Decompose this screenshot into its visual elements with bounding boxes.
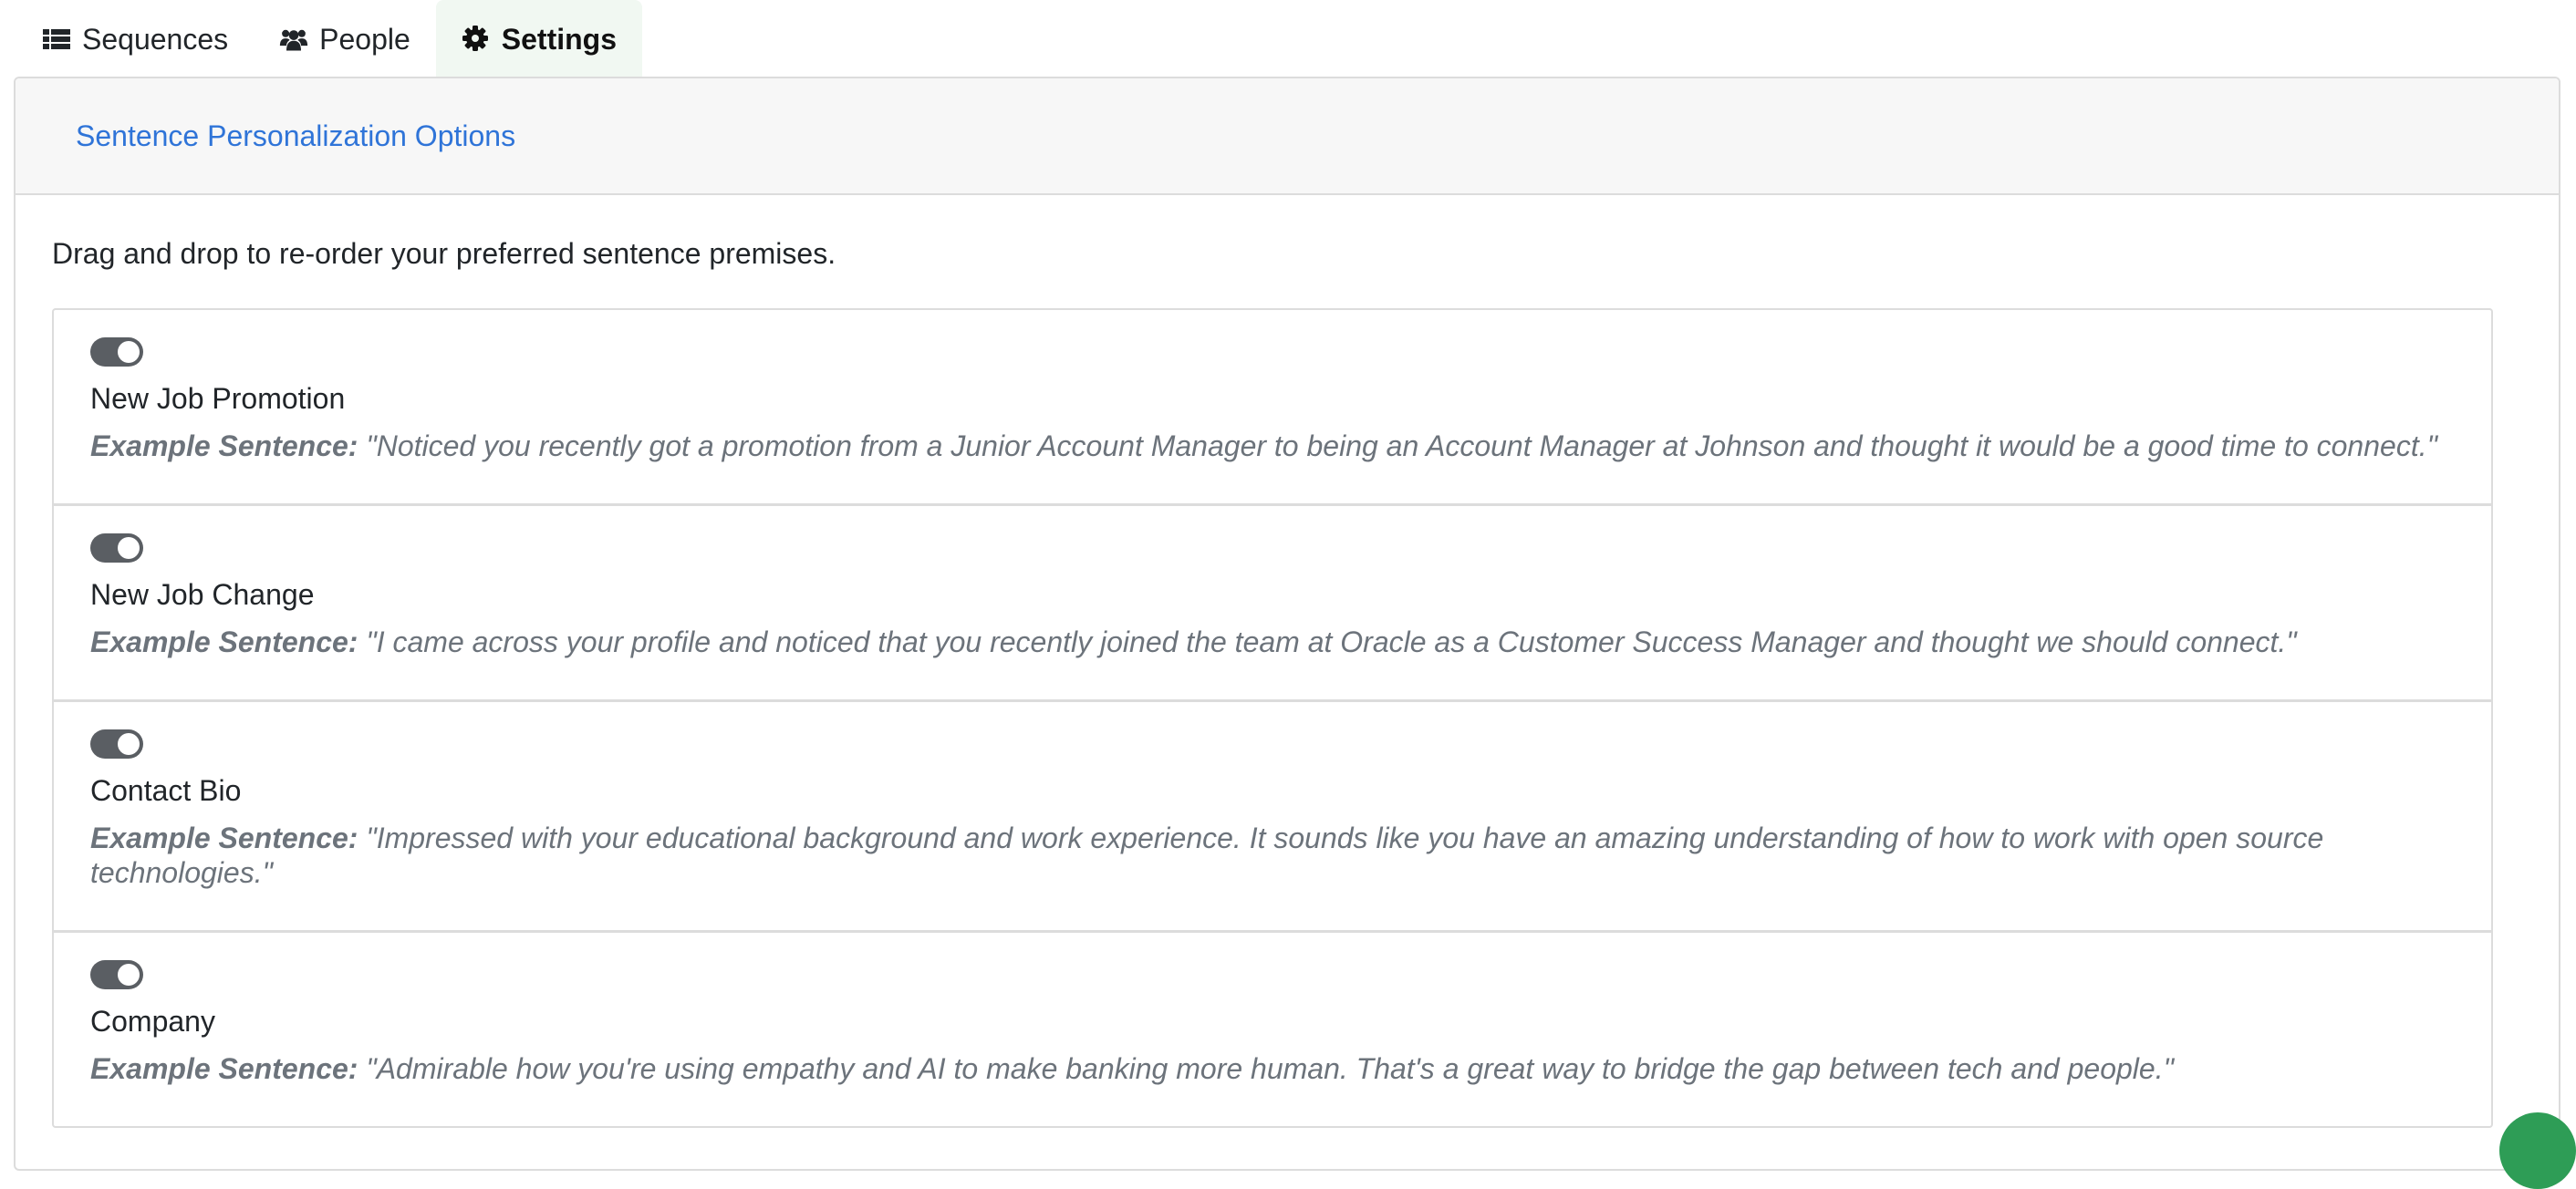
example-text: "Noticed you recently got a promotion fr…: [366, 429, 2437, 462]
tab-settings[interactable]: Settings: [436, 0, 642, 78]
premise-title: New Job Promotion: [90, 379, 2455, 418]
tab-people[interactable]: People: [254, 0, 436, 78]
card-body: Drag and drop to re-order your preferred…: [16, 195, 2559, 1128]
sentence-personalization-link[interactable]: Sentence Personalization Options: [76, 119, 515, 153]
premise-toggle[interactable]: [90, 337, 143, 367]
help-chat-button[interactable]: [2499, 1112, 2576, 1189]
premise-title: New Job Change: [90, 575, 2455, 614]
list-icon: [42, 25, 71, 54]
premise-title: Contact Bio: [90, 771, 2455, 810]
premise-item-new-job-change[interactable]: New Job Change Example Sentence: "I came…: [54, 506, 2491, 702]
premise-example: Example Sentence: "I came across your pr…: [90, 625, 2455, 659]
example-label: Example Sentence:: [90, 626, 358, 658]
premise-item-company[interactable]: Company Example Sentence: "Admirable how…: [54, 933, 2491, 1126]
example-text: "I came across your profile and noticed …: [366, 626, 2296, 658]
premise-toggle[interactable]: [90, 960, 143, 989]
top-nav: Sequences People: [16, 0, 642, 78]
premise-list: New Job Promotion Example Sentence: "Not…: [52, 308, 2493, 1128]
premise-toggle[interactable]: [90, 533, 143, 563]
tab-people-label: People: [319, 23, 410, 57]
example-label: Example Sentence:: [90, 822, 358, 854]
premise-toggle[interactable]: [90, 729, 143, 759]
gear-icon: [462, 25, 491, 54]
tab-settings-label: Settings: [502, 23, 617, 57]
users-icon: [279, 25, 308, 54]
premise-example: Example Sentence: "Impressed with your e…: [90, 821, 2455, 890]
card-header: Sentence Personalization Options: [16, 78, 2559, 195]
premise-example: Example Sentence: "Noticed you recently …: [90, 429, 2455, 463]
tab-sequences[interactable]: Sequences: [16, 0, 254, 78]
intro-text: Drag and drop to re-order your preferred…: [52, 235, 2522, 272]
example-text: "Impressed with your educational backgro…: [90, 822, 2323, 889]
tab-sequences-label: Sequences: [82, 23, 228, 57]
premise-example: Example Sentence: "Admirable how you're …: [90, 1051, 2455, 1086]
example-label: Example Sentence:: [90, 1052, 358, 1085]
premise-item-contact-bio[interactable]: Contact Bio Example Sentence: "Impressed…: [54, 702, 2491, 933]
example-text: "Admirable how you're using empathy and …: [366, 1052, 2174, 1085]
settings-card: Sentence Personalization Options Drag an…: [14, 77, 2560, 1171]
premise-title: Company: [90, 1002, 2455, 1040]
premise-item-new-job-promotion[interactable]: New Job Promotion Example Sentence: "Not…: [54, 310, 2491, 506]
example-label: Example Sentence:: [90, 429, 358, 462]
